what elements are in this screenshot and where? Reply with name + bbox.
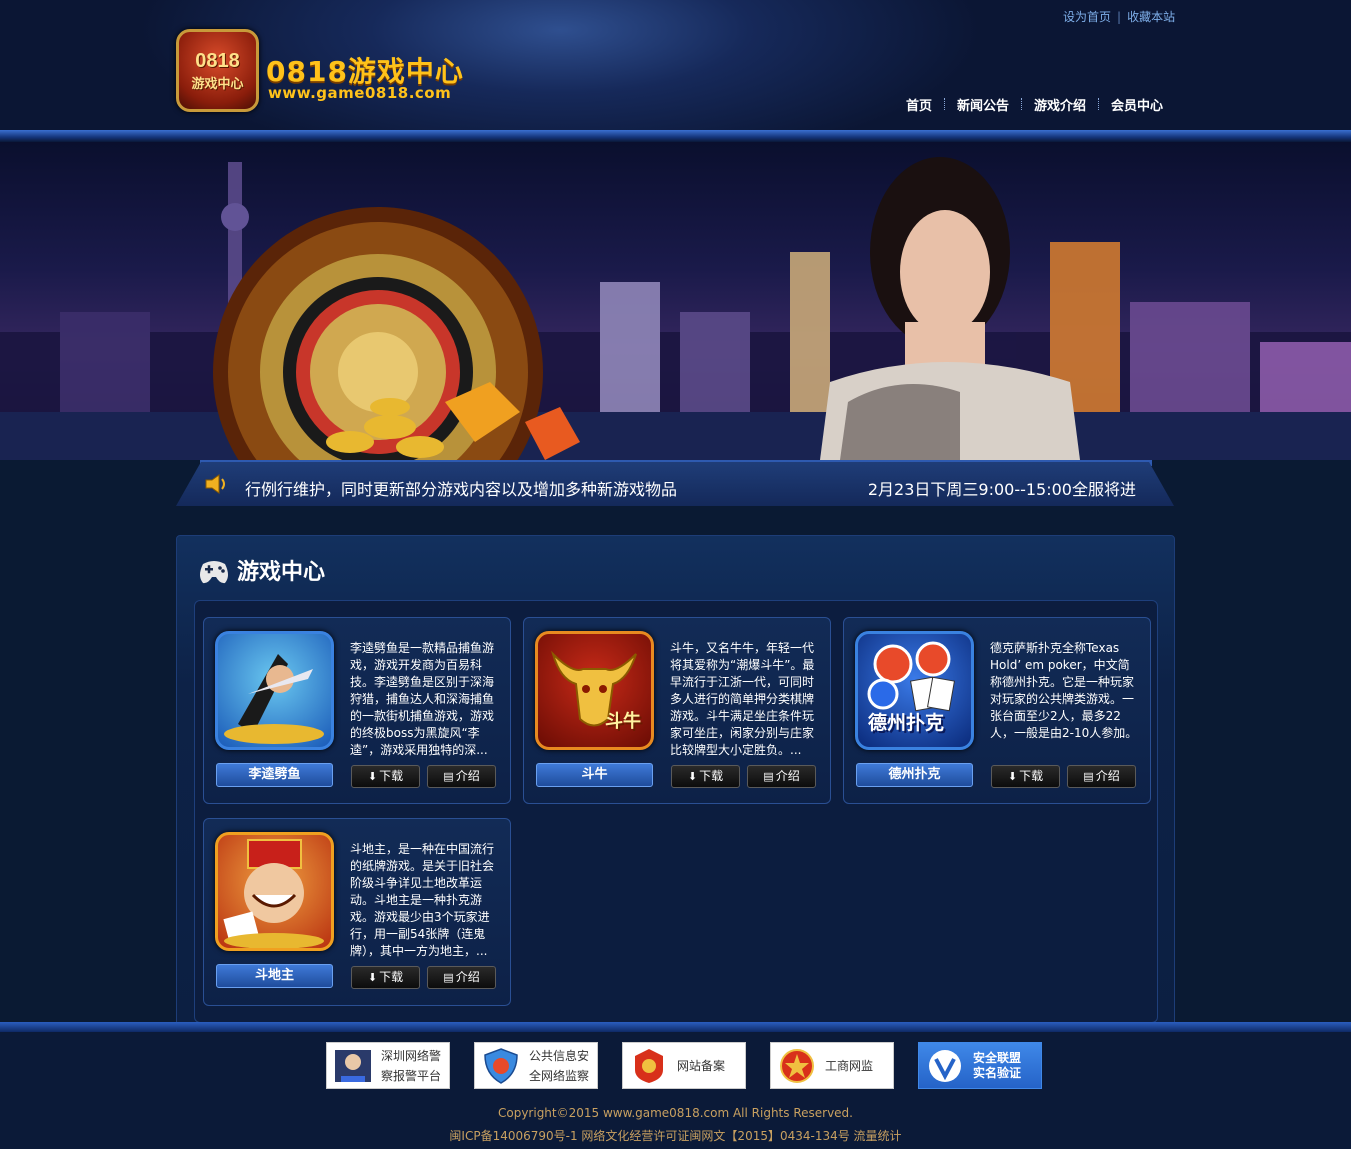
- game-card: 李逵劈鱼是一款精品捕鱼游戏，游戏开发商为百易科技。李逵劈鱼是区别于深海狩猎，捕鱼…: [203, 617, 511, 804]
- game-name-button[interactable]: 斗地主: [216, 964, 333, 988]
- business-supervision-badge[interactable]: 工商网监: [770, 1042, 894, 1089]
- game-description: 斗牛，又名牛牛，年轻一代将其爱称为“潮爆斗牛”。最早流行于江浙一代，可同时多人进…: [670, 641, 815, 757]
- download-button[interactable]: ⬇ 下载: [991, 765, 1060, 788]
- game-card: 斗地主，是一种在中国流行的纸牌游戏。是关于旧社会阶级斗争详见土地改革运动。斗地主…: [203, 818, 511, 1006]
- national-emblem-icon: [780, 1048, 814, 1083]
- police-icon: [335, 1049, 371, 1082]
- public-security-badge[interactable]: 公共信息安全网络监察: [474, 1042, 598, 1089]
- download-icon: ⬇: [1007, 770, 1018, 783]
- game-card: 德州扑克 德克萨斯扑克全称Texas Hold’ em poker，中文简称德州…: [843, 617, 1151, 804]
- badge-text: 安全联盟: [973, 1050, 1022, 1065]
- notice-time: 2月23日下周三9:00--15:00全服将进: [867, 480, 1136, 499]
- logo-badge-number: 0818: [195, 49, 240, 72]
- logo-badge-text: 游戏中心: [191, 76, 244, 92]
- icp-license-text: 闽ICP备14006790号-1 网络文化经营许可证闽网文【2015】0434-…: [449, 1129, 902, 1143]
- landlord-icon: [223, 839, 324, 948]
- notice-message: 行例行维护，同时更新部分游戏内容以及增加多种新游戏物品: [245, 480, 678, 499]
- intro-button[interactable]: ▤ 介绍: [427, 765, 496, 788]
- intro-button[interactable]: ▤ 介绍: [1067, 765, 1136, 788]
- nav-games[interactable]: 游戏介绍: [1034, 95, 1086, 114]
- game-thumbnail[interactable]: 斗牛: [535, 631, 654, 750]
- gamepad-icon: [200, 561, 228, 584]
- shenzhen-police-badge[interactable]: 深圳网络警察报警平台: [326, 1042, 450, 1089]
- nav-member[interactable]: 会员中心: [1111, 95, 1163, 114]
- nav-divider: [944, 98, 946, 110]
- banner-illustration: [0, 157, 1351, 460]
- game-thumbnail[interactable]: [215, 631, 334, 750]
- website-record-badge[interactable]: 网站备案: [622, 1042, 746, 1089]
- games-panel: 游戏中心 李逵劈鱼是一款精品捕鱼游戏，游戏开发商为百易科技。李逵劈鱼是区别于深海…: [176, 535, 1175, 1031]
- game-name-button[interactable]: 斗牛: [536, 763, 653, 787]
- verified-icon: [929, 1049, 961, 1082]
- fish-warrior-icon: [224, 654, 324, 744]
- nav-news[interactable]: 新闻公告: [957, 95, 1009, 114]
- logo-url: www.game0818.com: [268, 84, 452, 102]
- logo-badge[interactable]: 0818 游戏中心: [176, 29, 259, 112]
- nav-divider: [1098, 98, 1100, 110]
- bookmark-link[interactable]: 收藏本站: [1127, 10, 1175, 24]
- main-nav: 首页 新闻公告 游戏介绍 会员中心: [906, 95, 1163, 114]
- section-title: 游戏中心: [237, 560, 326, 585]
- set-homepage-link[interactable]: 设为首页: [1063, 10, 1111, 24]
- document-icon: ▤: [763, 770, 774, 783]
- header-divider: [0, 130, 1351, 142]
- game-name-button[interactable]: 李逵劈鱼: [216, 763, 333, 787]
- emblem-icon: [635, 1048, 663, 1083]
- badge-text: 工商网监: [825, 1058, 874, 1073]
- thumbnail-label: 斗牛: [605, 711, 641, 732]
- download-button[interactable]: ⬇ 下载: [671, 765, 740, 788]
- footer-divider: [0, 1022, 1351, 1032]
- game-description: 斗地主，是一种在中国流行的纸牌游戏。是关于旧社会阶级斗争详见土地改革运动。斗地主…: [350, 842, 495, 958]
- badge-text: 全网络监察: [529, 1068, 590, 1083]
- copyright-text: Copyright©2015 www.game0818.com All Righ…: [497, 1106, 853, 1120]
- site-footer: 深圳网络警察报警平台 公共信息安全网络监察 网站备案 工商网监 安全联盟 实名验证…: [0, 1032, 1351, 1149]
- hero-banner: [0, 142, 1351, 460]
- shield-icon: [484, 1047, 518, 1084]
- document-icon: ▤: [443, 971, 454, 984]
- nav-home[interactable]: 首页: [906, 95, 932, 114]
- download-button[interactable]: ⬇ 下载: [351, 966, 420, 989]
- notice-bar: 行例行维护，同时更新部分游戏内容以及增加多种新游戏物品 2月23日下周三9:00…: [176, 462, 1174, 506]
- download-icon: ⬇: [367, 971, 378, 984]
- speaker-icon: [205, 474, 225, 494]
- badge-text: 实名验证: [973, 1065, 1022, 1080]
- game-description: 李逵劈鱼是一款精品捕鱼游戏，游戏开发商为百易科技。李逵劈鱼是区别于深海狩猎，捕鱼…: [350, 641, 495, 757]
- nav-divider: [1021, 98, 1023, 110]
- game-card: 斗牛 斗牛，又名牛牛，年轻一代将其爱称为“潮爆斗牛”。最早流行于江浙一代，可同时…: [523, 617, 831, 804]
- hostess-illustration: [820, 157, 1080, 460]
- intro-button[interactable]: ▤ 介绍: [427, 966, 496, 989]
- badge-text: 深圳网络警: [381, 1048, 442, 1063]
- top-links-separator: |: [1117, 10, 1122, 24]
- game-description: 德克萨斯扑克全称Texas Hold’ em poker，中文简称德州扑克。它是…: [990, 641, 1138, 740]
- download-icon: ⬇: [367, 770, 378, 783]
- game-name-button[interactable]: 德州扑克: [856, 763, 973, 787]
- download-button[interactable]: ⬇ 下载: [351, 765, 420, 788]
- badge-text: 公共信息安: [529, 1048, 590, 1063]
- document-icon: ▤: [443, 770, 454, 783]
- intro-button[interactable]: ▤ 介绍: [747, 765, 816, 788]
- game-thumbnail[interactable]: 德州扑克: [855, 631, 974, 750]
- game-thumbnail[interactable]: [215, 832, 334, 951]
- thumbnail-label: 德州扑克: [868, 712, 945, 734]
- badge-text: 察报警平台: [381, 1068, 442, 1083]
- badge-text: 网站备案: [677, 1058, 726, 1073]
- security-alliance-badge[interactable]: 安全联盟 实名验证: [918, 1042, 1042, 1089]
- document-icon: ▤: [1083, 770, 1094, 783]
- download-icon: ⬇: [687, 770, 698, 783]
- games-grid: 李逵劈鱼是一款精品捕鱼游戏，游戏开发商为百易科技。李逵劈鱼是区别于深海狩猎，捕鱼…: [194, 600, 1158, 1023]
- top-links: 设为首页 | 收藏本站: [1063, 8, 1175, 25]
